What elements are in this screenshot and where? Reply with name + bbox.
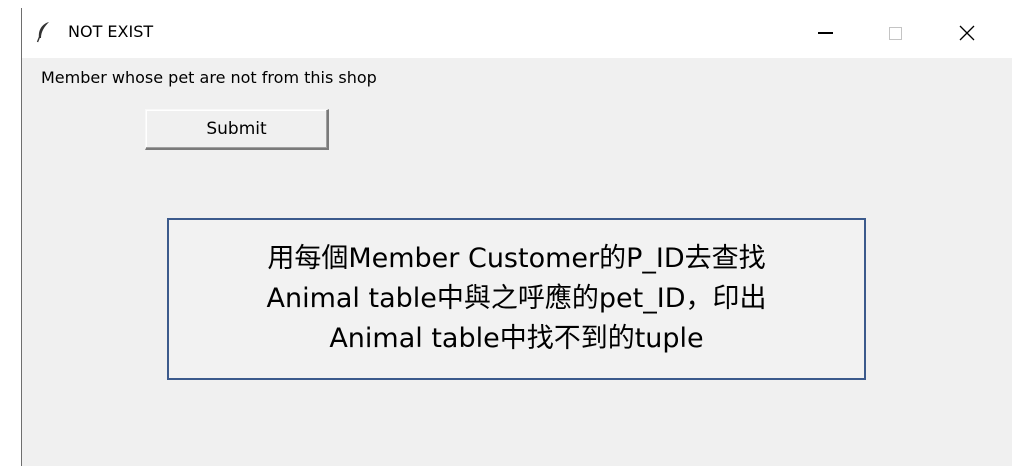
- minimize-button[interactable]: [802, 8, 848, 58]
- annotation-line: Animal table中與之呼應的pet_ID，印出: [266, 283, 767, 314]
- maximize-icon: [888, 26, 902, 40]
- app-window: NOT EXIST Member whose pet are not from …: [21, 8, 1012, 466]
- minimize-icon: [817, 32, 833, 34]
- desktop-edge: [0, 0, 21, 466]
- query-description-label: Member whose pet are not from this shop: [41, 68, 377, 87]
- submit-button[interactable]: Submit: [145, 109, 329, 150]
- feather-icon: [36, 21, 52, 43]
- annotation-line: 用每個Member Customer的P_ID去查找: [267, 243, 766, 274]
- close-button[interactable]: [944, 8, 990, 58]
- title-bar[interactable]: NOT EXIST: [22, 8, 1012, 58]
- maximize-button[interactable]: [872, 8, 918, 58]
- window-title: NOT EXIST: [68, 22, 154, 41]
- annotation-line: Animal table中找不到的tuple: [329, 323, 704, 354]
- annotation-box: 用每個Member Customer的P_ID去查找 Animal table中…: [167, 218, 866, 380]
- close-icon: [959, 25, 975, 41]
